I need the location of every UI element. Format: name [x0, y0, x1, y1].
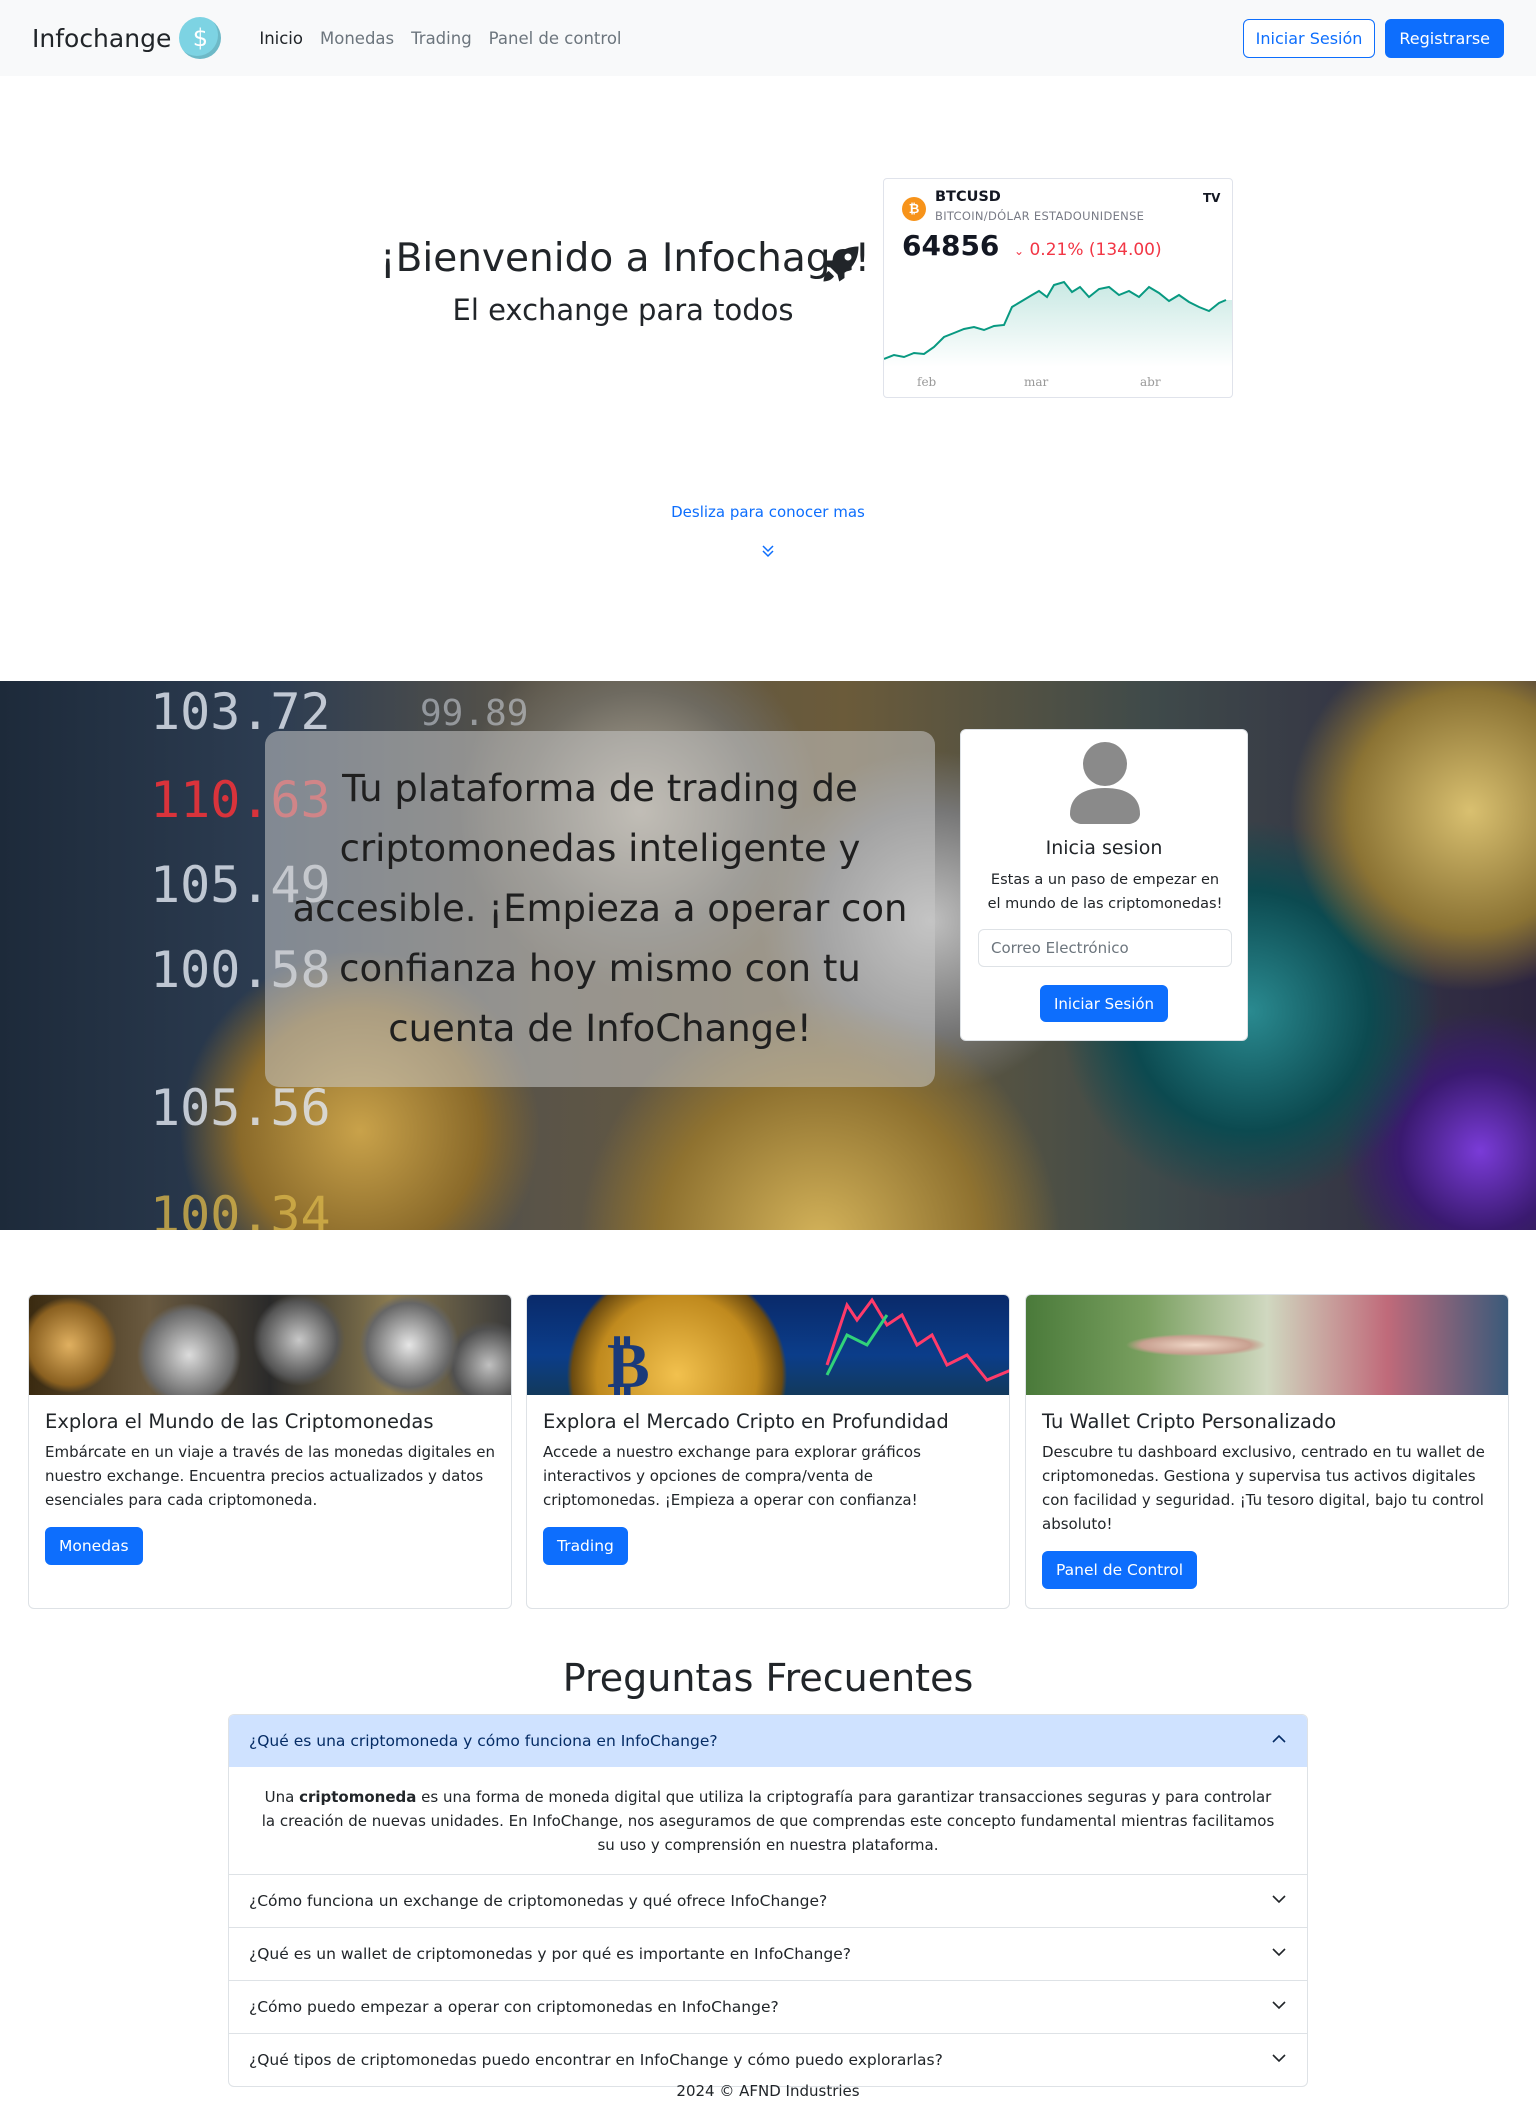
coins-button[interactable]: Monedas [45, 1527, 143, 1565]
faq-answer-keyword: criptomoneda [299, 1788, 417, 1806]
login-card: Inicia sesion Estas a un paso de empezar… [960, 729, 1248, 1041]
faq-item: ¿Qué es una criptomoneda y cómo funciona… [229, 1715, 1307, 1874]
faq-question-button[interactable]: ¿Cómo funciona un exchange de criptomone… [229, 1875, 1307, 1927]
trading-button[interactable]: Trading [543, 1527, 628, 1565]
faq-question-button[interactable]: ¿Cómo puedo empezar a operar con criptom… [229, 1981, 1307, 2033]
card-text: Descubre tu dashboard exclusivo, centrad… [1042, 1443, 1485, 1533]
scroll-hint-link[interactable]: Desliza para conocer mas [0, 503, 1536, 521]
faq-question: ¿Qué es un wallet de criptomonedas y por… [249, 1945, 851, 1963]
faq-question: ¿Cómo funciona un exchange de criptomone… [249, 1892, 828, 1910]
banner-text-panel: Tu plataforma de trading de criptomoneda… [265, 731, 935, 1087]
login-description: Estas a un paso de empezar en el mundo d… [987, 872, 1223, 912]
card-image-wallet [1026, 1295, 1508, 1395]
nav-actions: Iniciar Sesión Registrarse [1242, 18, 1504, 58]
faq-accordion: ¿Qué es una criptomoneda y cómo funciona… [228, 1714, 1308, 2087]
brand-name: Infochange [32, 23, 172, 53]
chevron-down-icon [1271, 2050, 1287, 2070]
ticker-symbol: BTCUSD [935, 189, 1001, 205]
dollar-coin-icon: $ [179, 17, 222, 59]
card-text: Accede a nuestro exchange para explorar … [543, 1443, 921, 1509]
card-trading: ₿ Explora el Mercado Cripto en Profundid… [526, 1294, 1010, 1609]
chevron-down-icon [1271, 1891, 1287, 1911]
chevron-down-icon [1271, 1944, 1287, 1964]
faq-item: ¿Cómo funciona un exchange de criptomone… [229, 1874, 1307, 1927]
card-title: Explora el Mundo de las Criptomonedas [45, 1410, 434, 1433]
faq-title: Preguntas Frecuentes [562, 1656, 974, 1700]
dashboard-button[interactable]: Panel de Control [1042, 1551, 1198, 1589]
card-text: Embárcate en un viaje a través de las mo… [45, 1443, 495, 1509]
month-label: mar [1024, 375, 1049, 389]
faq-item: ¿Cómo puedo empezar a operar con criptom… [229, 1980, 1307, 2033]
login-button[interactable]: Iniciar Sesión [1242, 18, 1376, 58]
bitcoin-icon: ₿ [902, 197, 926, 221]
faq-answer-prefix: Una [264, 1788, 300, 1806]
faq-answer: Una criptomoneda es una forma de moneda … [229, 1767, 1307, 1874]
ticker-pair-name: BITCOIN/DÓLAR ESTADOUNIDENSE [935, 209, 1145, 223]
ticker-change: ⌄ 0.21% (134.00) [1014, 240, 1162, 260]
btc-ticker-widget[interactable]: ₿ BTCUSD BITCOIN/DÓLAR ESTADOUNIDENSE TV… [883, 178, 1233, 398]
user-avatar-icon [1068, 738, 1142, 828]
ticker-sparkline [884, 280, 1232, 367]
month-label: feb [917, 375, 937, 389]
card-coins: Explora el Mundo de las Criptomonedas Em… [28, 1294, 512, 1609]
faq-item: ¿Qué tipos de criptomonedas puedo encont… [229, 2033, 1307, 2086]
banner-number: 99.89 [420, 693, 529, 734]
email-field[interactable] [978, 929, 1232, 967]
faq-question: ¿Qué tipos de criptomonedas puedo encont… [249, 2051, 943, 2069]
chevron-up-icon [1271, 1731, 1287, 1751]
card-image-trading: ₿ [527, 1295, 1009, 1395]
nav-link-monedas[interactable]: Monedas [320, 29, 394, 48]
faq-question: ¿Qué es una criptomoneda y cómo funciona… [249, 1732, 718, 1750]
banner-number: 100.34 [150, 1186, 331, 1230]
ticker-price: 64856 [902, 229, 1000, 262]
faq-question-button[interactable]: ¿Qué es una criptomoneda y cómo funciona… [229, 1715, 1307, 1767]
navbar: Infochange $ Inicio Monedas Trading Pane… [0, 0, 1536, 76]
rocket-icon [820, 243, 862, 289]
hero-subtitle: El exchange para todos [452, 293, 794, 327]
tradingview-logo-icon: TV [1203, 191, 1221, 205]
chevron-down-icon [1271, 1997, 1287, 2017]
card-title: Tu Wallet Cripto Personalizado [1042, 1410, 1337, 1433]
crypto-banner: 103.72 99.89 110.63 105.49 100.58 105.56… [0, 681, 1536, 1230]
nav-link-inicio[interactable]: Inicio [259, 29, 303, 48]
banner-number: 105.56 [150, 1079, 331, 1137]
brand-link[interactable]: Infochange $ [32, 17, 222, 59]
login-submit-button[interactable]: Iniciar Sesión [1040, 985, 1169, 1022]
ticker-change-value: 0.21% (134.00) [1029, 240, 1162, 260]
login-title: Inicia sesion [1045, 837, 1163, 859]
card-image-coins [29, 1295, 511, 1395]
footer-copyright: 2024 © AFND Industries [676, 2082, 860, 2100]
double-chevron-down-icon[interactable] [760, 543, 776, 563]
chevron-down-icon: ⌄ [1014, 244, 1025, 258]
banner-text: Tu plataforma de trading de criptomoneda… [292, 767, 908, 1050]
nav-link-panel-de-control[interactable]: Panel de control [489, 29, 622, 48]
faq-item: ¿Qué es un wallet de criptomonedas y por… [229, 1927, 1307, 1980]
register-button[interactable]: Registrarse [1385, 18, 1504, 58]
faq-question-button[interactable]: ¿Qué tipos de criptomonedas puedo encont… [229, 2034, 1307, 2086]
svg-text:₿: ₿ [607, 1329, 650, 1395]
faq-question-button[interactable]: ¿Qué es un wallet de criptomonedas y por… [229, 1928, 1307, 1980]
card-title: Explora el Mercado Cripto en Profundidad [543, 1410, 949, 1433]
month-label: abr [1140, 375, 1161, 389]
nav-links: Inicio Monedas Trading Panel de control [259, 29, 621, 48]
faq-question: ¿Cómo puedo empezar a operar con criptom… [249, 1998, 779, 2016]
nav-link-trading[interactable]: Trading [411, 29, 472, 48]
hero-title: ¡Bienvenido a Infochage! [380, 236, 871, 281]
card-wallet: Tu Wallet Cripto Personalizado Descubre … [1025, 1294, 1509, 1609]
